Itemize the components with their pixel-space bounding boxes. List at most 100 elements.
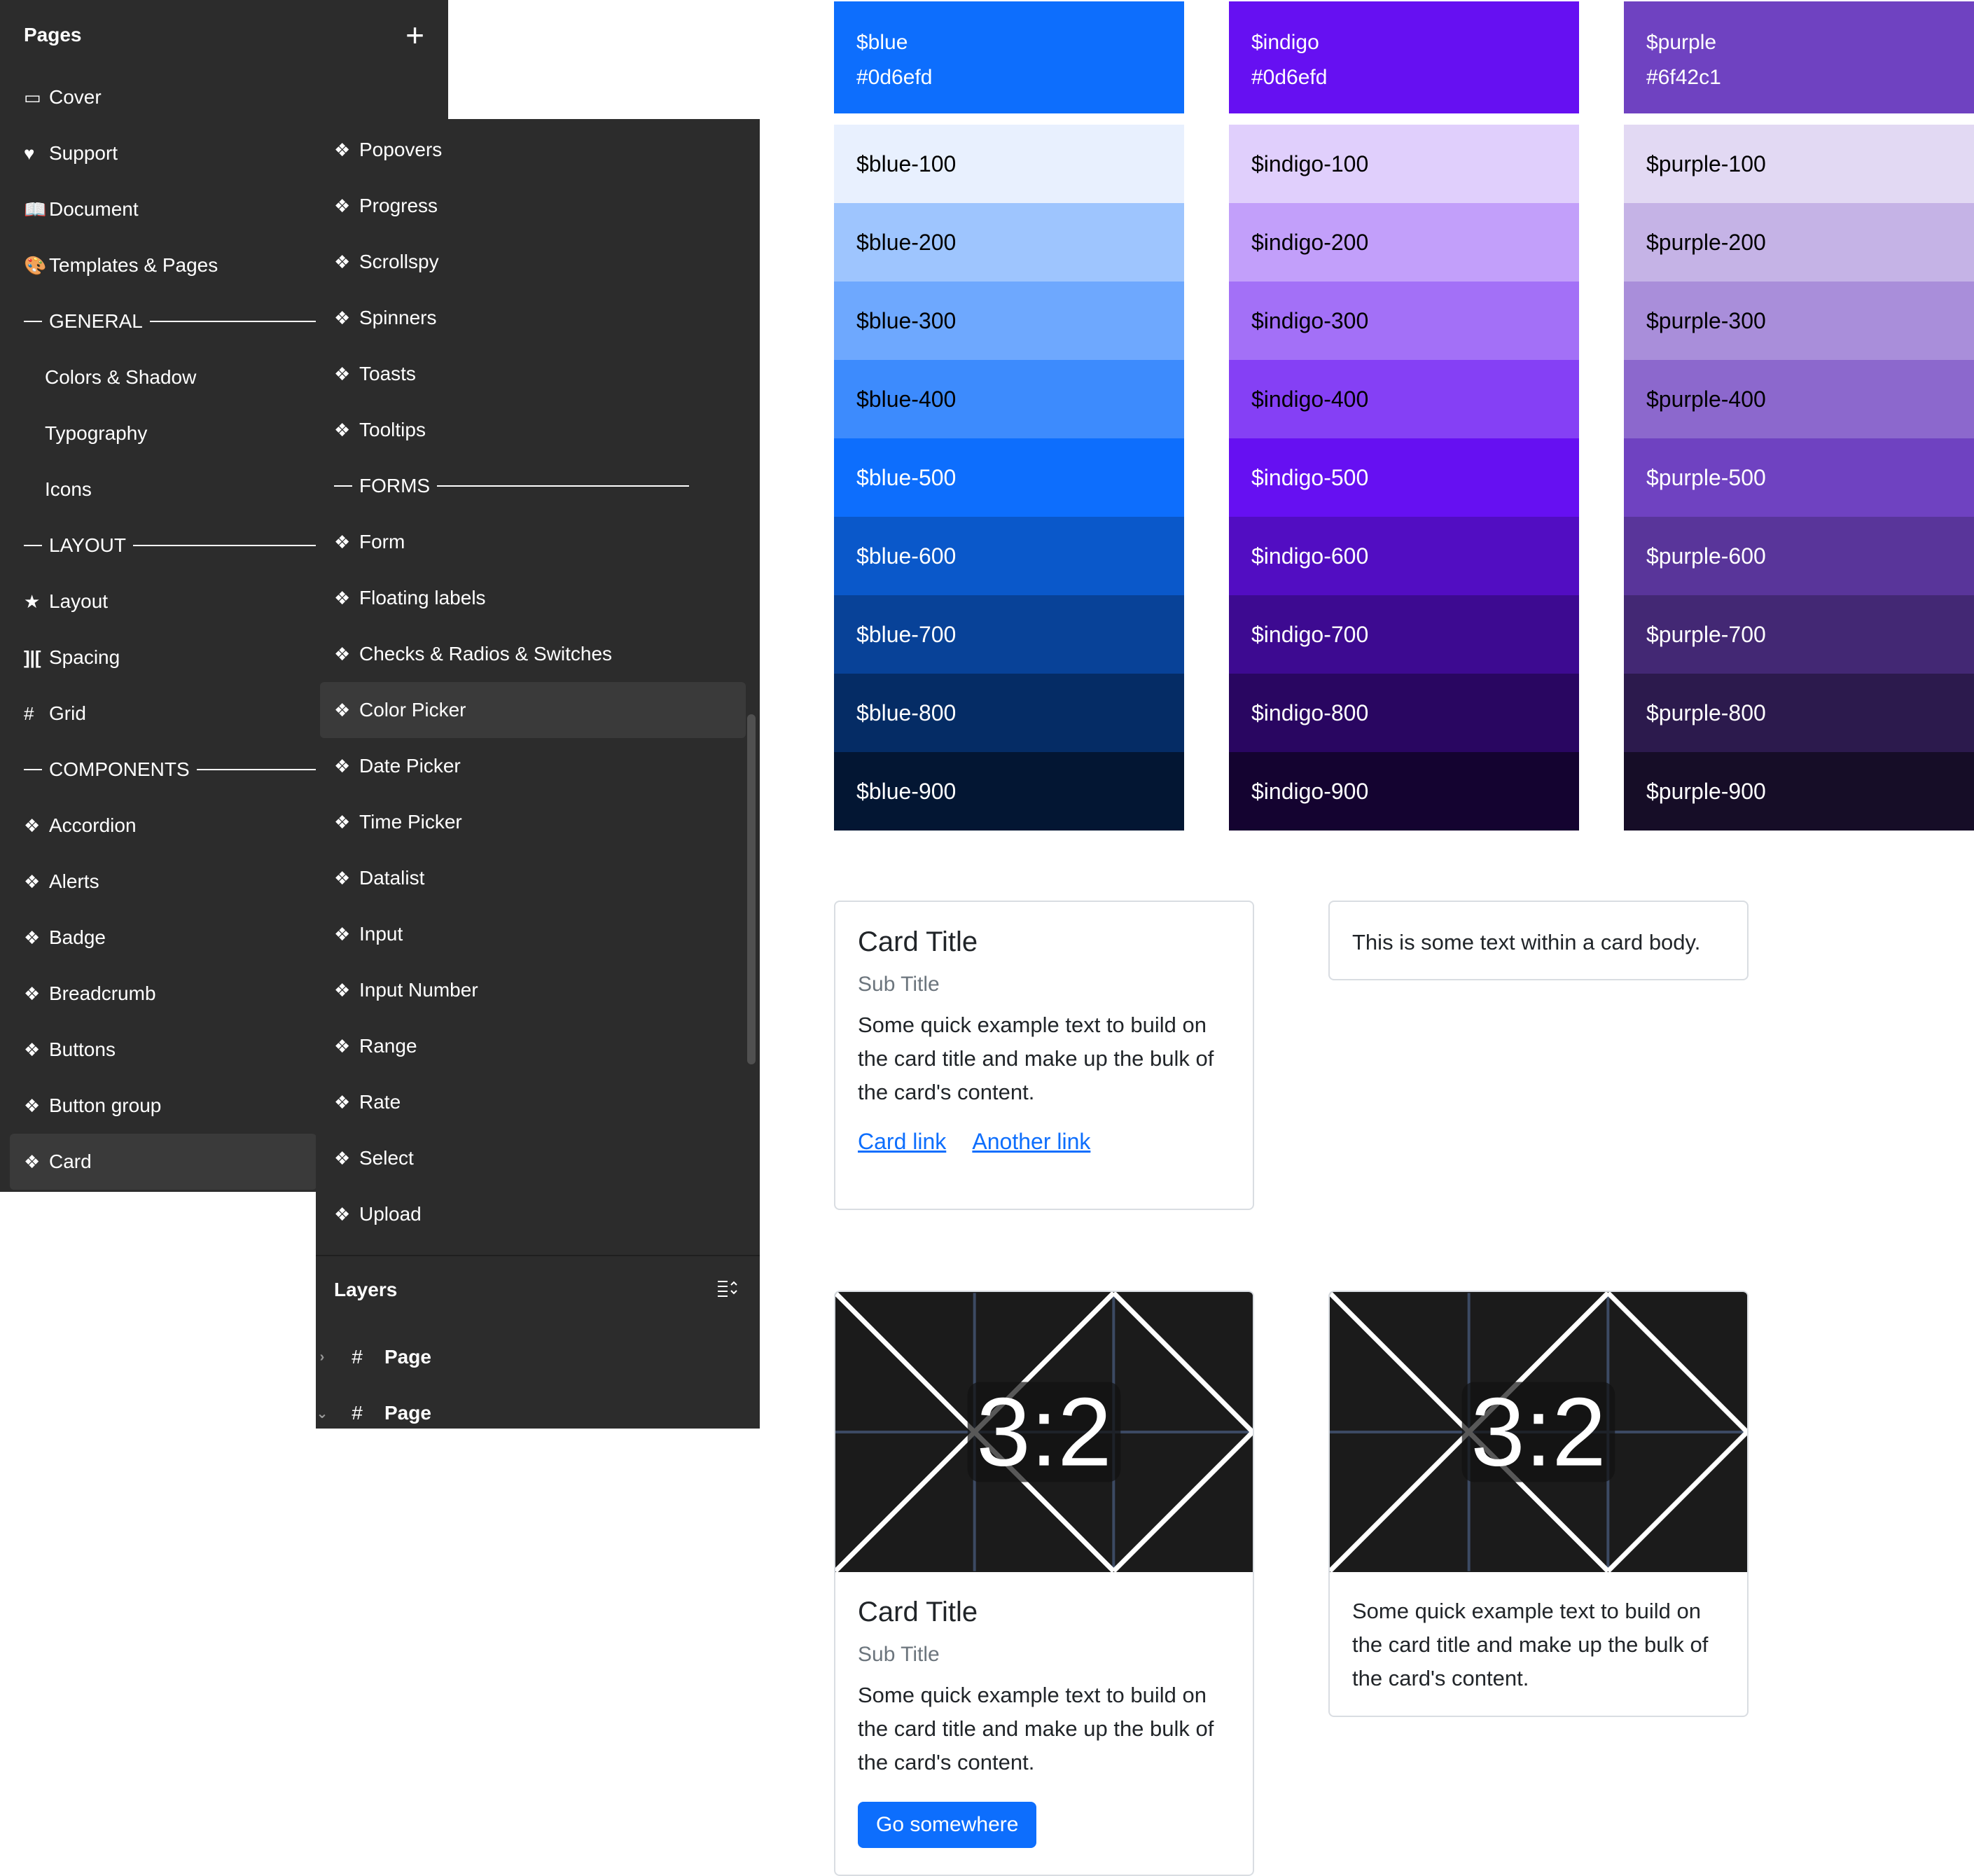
chevron-down-icon[interactable]: ⌄	[316, 1405, 328, 1422]
page-item-form[interactable]: ❖ Form	[316, 514, 750, 570]
card-body: Some quick example text to build on the …	[1330, 1572, 1747, 1716]
chevron-right-icon[interactable]: ›	[316, 1349, 328, 1366]
color-swatch[interactable]: $purple-700	[1624, 595, 1974, 674]
page-item-progress[interactable]: ❖ Progress	[316, 178, 750, 234]
color-swatch[interactable]: $blue-100	[834, 125, 1184, 203]
page-item-layout[interactable]: ★ Layout	[0, 574, 317, 630]
page-item-label: Badge	[49, 926, 106, 948]
color-swatch[interactable]: $indigo-200	[1229, 203, 1579, 282]
color-swatch[interactable]: $indigo-700	[1229, 595, 1579, 674]
page-item-cover[interactable]: ▭ Cover	[0, 69, 317, 125]
layer-row[interactable]: › # Page	[316, 1332, 760, 1382]
color-swatch[interactable]: $blue-300	[834, 282, 1184, 360]
color-swatch[interactable]: $blue-200	[834, 203, 1184, 282]
color-swatch[interactable]: $indigo-100	[1229, 125, 1579, 203]
color-swatch[interactable]: $purple-500	[1624, 438, 1974, 517]
page-item-scrollspy[interactable]: ❖ Scrollspy	[316, 234, 750, 290]
color-swatch[interactable]: $blue-600	[834, 517, 1184, 595]
palette-base-swatch[interactable]: $indigo #0d6efd	[1229, 1, 1579, 113]
page-item-label: Grid	[49, 702, 86, 724]
page-item-label: Support	[49, 142, 118, 164]
page-item-checks-radios[interactable]: ❖ Checks & Radios & Switches	[316, 626, 750, 682]
card-link[interactable]: Card link	[858, 1129, 946, 1154]
pages-scrollbar[interactable]	[747, 714, 756, 1064]
color-swatch[interactable]: $blue-700	[834, 595, 1184, 674]
color-swatch[interactable]: $purple-300	[1624, 282, 1974, 360]
color-swatch[interactable]: $indigo-600	[1229, 517, 1579, 595]
page-item-label: Button group	[49, 1095, 162, 1116]
color-swatch[interactable]: $purple-900	[1624, 752, 1974, 831]
page-item-range[interactable]: ❖ Range	[316, 1018, 750, 1074]
page-item-date-picker[interactable]: ❖ Date Picker	[316, 738, 750, 794]
page-item-buttons[interactable]: ❖ Buttons	[0, 1022, 317, 1078]
page-item-alerts[interactable]: ❖ Alerts	[0, 854, 317, 910]
book-icon: 📖	[24, 198, 47, 220]
page-item-label: Alerts	[49, 870, 99, 892]
color-swatch[interactable]: $indigo-900	[1229, 752, 1579, 831]
page-item-spacing[interactable]: ]|[ Spacing	[0, 630, 317, 686]
page-item-label: Date Picker	[359, 755, 461, 777]
page-item-toasts[interactable]: ❖ Toasts	[316, 346, 750, 402]
another-link[interactable]: Another link	[972, 1129, 1090, 1154]
color-swatch[interactable]: $blue-500	[834, 438, 1184, 517]
swatch-label: $purple-700	[1646, 621, 1766, 647]
collapse-layers-icon[interactable]	[716, 1278, 739, 1302]
divider	[24, 321, 42, 322]
page-item-upload[interactable]: ❖ Upload	[316, 1186, 750, 1242]
page-item-document[interactable]: 📖 Document	[0, 181, 317, 237]
page-item-rate[interactable]: ❖ Rate	[316, 1074, 750, 1130]
layer-row[interactable]: ⌄ # Page	[316, 1388, 760, 1438]
swatch-label: $purple-900	[1646, 778, 1766, 804]
page-item-accordion[interactable]: ❖ Accordion	[0, 798, 317, 854]
color-swatch[interactable]: $blue-400	[834, 360, 1184, 438]
page-item-datalist[interactable]: ❖ Datalist	[316, 850, 750, 906]
go-somewhere-button[interactable]: Go somewhere	[858, 1802, 1037, 1848]
page-item-card[interactable]: ❖ Card	[10, 1134, 317, 1190]
divider	[24, 545, 42, 546]
page-item-breadcrumb[interactable]: ❖ Breadcrumb	[0, 966, 317, 1022]
palette-base-swatch[interactable]: $blue #0d6efd	[834, 1, 1184, 113]
page-item-label: Layout	[49, 590, 109, 612]
page-item-label: Upload	[359, 1203, 422, 1225]
color-swatch[interactable]: $indigo-500	[1229, 438, 1579, 517]
color-swatch[interactable]: $indigo-400	[1229, 360, 1579, 438]
page-item-icons[interactable]: Icons	[0, 461, 317, 517]
page-item-floating-labels[interactable]: ❖ Floating labels	[316, 570, 750, 626]
page-item-label: Time Picker	[359, 811, 462, 833]
color-swatch[interactable]: $indigo-800	[1229, 674, 1579, 752]
color-swatch[interactable]: $purple-200	[1624, 203, 1974, 282]
page-item-grid[interactable]: # Grid	[0, 686, 317, 742]
page-item-templates[interactable]: 🎨 Templates & Pages	[0, 237, 317, 293]
page-item-badge[interactable]: ❖ Badge	[0, 910, 317, 966]
page-item-colors-shadow[interactable]: Colors & Shadow	[0, 349, 317, 405]
swatch-label: $purple-600	[1646, 543, 1766, 569]
page-item-label: Progress	[359, 195, 438, 216]
frame-icon: #	[352, 1402, 363, 1424]
page-item-typography[interactable]: Typography	[0, 405, 317, 461]
color-swatch[interactable]: $blue-800	[834, 674, 1184, 752]
card-subtitle: Sub Title	[858, 1643, 940, 1666]
swatch-label: $indigo-600	[1251, 543, 1369, 569]
swatch-label: $blue-200	[856, 229, 957, 255]
page-item-color-picker[interactable]: ❖ Color Picker	[320, 682, 746, 738]
color-swatch[interactable]: $indigo-300	[1229, 282, 1579, 360]
swatch-label: $purple-200	[1646, 229, 1766, 255]
color-swatch[interactable]: $purple-400	[1624, 360, 1974, 438]
page-item-spinners[interactable]: ❖ Spinners	[316, 290, 750, 346]
page-item-time-picker[interactable]: ❖ Time Picker	[316, 794, 750, 850]
page-item-input-number[interactable]: ❖ Input Number	[316, 962, 750, 1018]
page-item-select[interactable]: ❖ Select	[316, 1130, 750, 1186]
page-item-support[interactable]: ♥ Support	[0, 125, 317, 181]
palette-name: $indigo	[1251, 31, 1319, 54]
color-swatch[interactable]: $purple-100	[1624, 125, 1974, 203]
color-swatch[interactable]: $purple-800	[1624, 674, 1974, 752]
page-item-input[interactable]: ❖ Input	[316, 906, 750, 962]
page-item-tooltips[interactable]: ❖ Tooltips	[316, 402, 750, 458]
page-item-button-group[interactable]: ❖ Button group	[0, 1078, 317, 1134]
color-swatch[interactable]: $blue-900	[834, 752, 1184, 831]
page-item-popovers[interactable]: ❖ Popovers	[316, 122, 750, 178]
plus-icon[interactable]: +	[405, 19, 424, 51]
section-label: LAYOUT	[49, 534, 126, 556]
color-swatch[interactable]: $purple-600	[1624, 517, 1974, 595]
palette-base-swatch[interactable]: $purple #6f42c1	[1624, 1, 1974, 113]
